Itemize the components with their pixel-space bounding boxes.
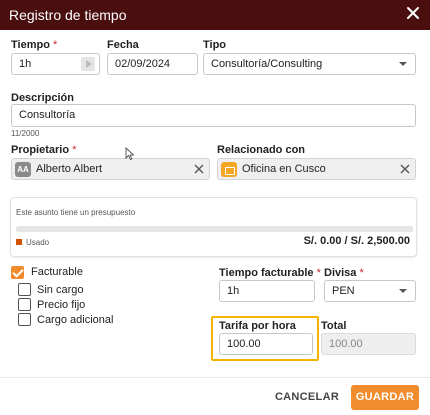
relacionado-label: Relacionado con [217,144,306,156]
dialog-titlebar: Registro de tiempo [0,0,430,30]
descripcion-value: Consultoría [19,109,76,121]
tiempo-value: 1h [19,58,32,70]
facturable-label: Facturable [31,266,83,278]
chevron-down-icon [399,289,407,293]
tiempo-facturable-label: Tiempo facturable * [219,267,321,279]
office-icon [221,162,237,177]
divisa-label: Divisa * [324,267,364,279]
budget-card: Este asunto tiene un presupuesto Usado S… [10,197,417,257]
precio-fijo-checkbox[interactable] [18,298,31,311]
total-value: 100.00 [329,338,363,350]
total-input: 100.00 [321,333,416,355]
divisa-select[interactable]: PEN [324,280,416,302]
cargo-adicional-label: Cargo adicional [37,314,114,326]
fecha-input[interactable]: 02/09/2024 [107,53,198,75]
relacionado-value: Oficina en Cusco [242,163,326,175]
mouse-cursor-icon [125,147,135,160]
tiempo-label: Tiempo * [11,39,58,51]
divisa-value: PEN [332,285,355,297]
descripcion-label: Descripción [11,92,74,104]
clear-icon[interactable] [399,163,411,175]
dialog-title: Registro de tiempo [9,7,127,23]
tipo-select[interactable]: Consultoría/Consulting [203,53,416,75]
play-icon[interactable] [81,57,95,71]
tiempo-input[interactable]: 1h [11,53,100,75]
budget-note: Este asunto tiene un presupuesto [16,208,136,217]
footer-divider [0,377,430,378]
clear-icon[interactable] [193,163,205,175]
propietario-chip[interactable]: AA Alberto Albert [11,158,210,180]
char-counter: 11/2000 [11,129,40,138]
cancel-button[interactable]: CANCELAR [272,386,342,408]
descripcion-input[interactable]: Consultoría [11,104,416,127]
fecha-value: 02/09/2024 [115,58,171,70]
tarifa-value: 100.00 [227,338,261,350]
cargo-adicional-checkbox[interactable] [18,313,31,326]
relacionado-chip[interactable]: Oficina en Cusco [217,158,416,180]
tipo-label: Tipo [203,39,227,51]
legend-swatch [16,239,22,245]
facturable-checkbox[interactable] [11,266,24,279]
tarifa-label: Tarifa por hora [219,320,296,332]
budget-legend: Usado [26,238,50,247]
avatar: AA [15,162,31,177]
sin-cargo-label: Sin cargo [37,284,84,296]
sin-cargo-checkbox[interactable] [18,283,31,296]
budget-amount: S/. 0.00 / S/. 2,500.00 [303,235,410,247]
close-icon[interactable] [406,6,420,20]
precio-fijo-label: Precio fijo [37,299,86,311]
propietario-value: Alberto Albert [36,163,103,175]
tiempo-facturable-input[interactable]: 1h [219,280,315,302]
save-button[interactable]: GUARDAR [351,385,419,410]
tarifa-input[interactable]: 100.00 [219,333,313,355]
budget-progress-bar [16,226,413,232]
tipo-value: Consultoría/Consulting [211,58,323,70]
propietario-label: Propietario * [11,144,77,156]
tiempo-facturable-value: 1h [227,285,240,297]
total-label: Total [321,320,347,332]
chevron-down-icon [399,62,407,66]
fecha-label: Fecha [107,39,139,51]
